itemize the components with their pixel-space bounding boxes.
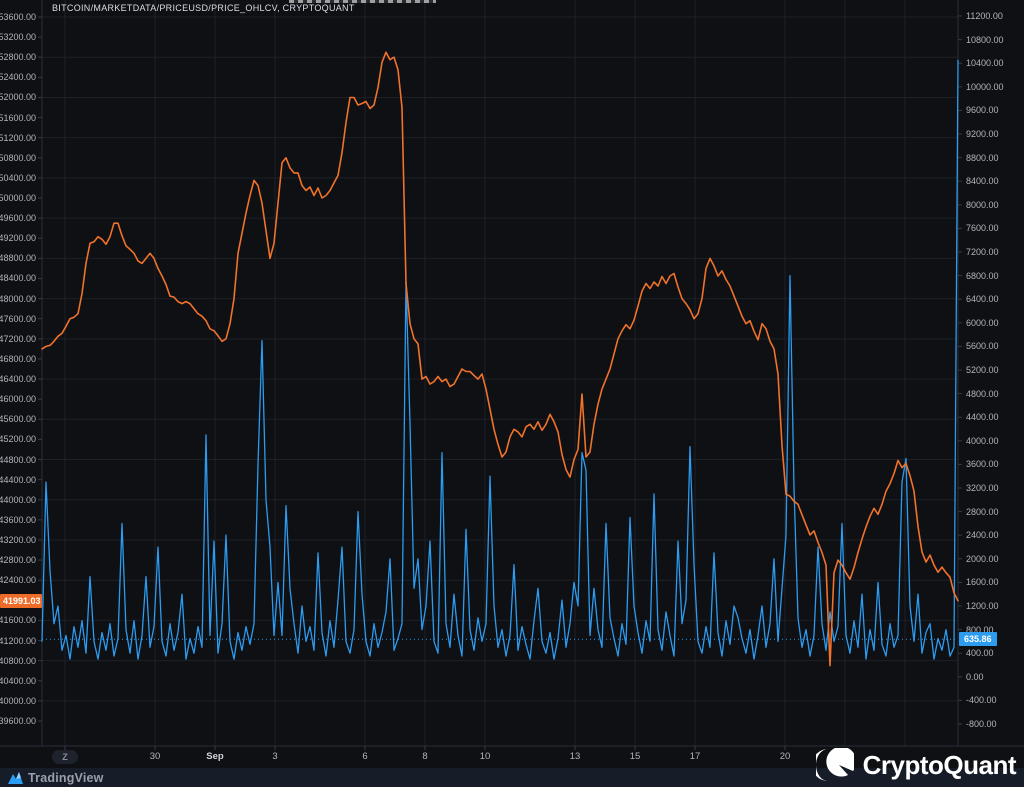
axis-tick-label: 3200.00 xyxy=(966,483,999,493)
axis-tick-label: 8000.00 xyxy=(966,200,999,210)
axis-tick-label: 43600.00 xyxy=(0,515,36,525)
tradingview-logo[interactable]: TradingView xyxy=(8,771,104,785)
axis-tick-label: 51600.00 xyxy=(0,113,36,123)
axis-tick-label: 17 xyxy=(690,752,701,762)
axis-tick-label: 5600.00 xyxy=(966,341,999,351)
axis-tick-label: 15 xyxy=(630,752,641,762)
orange-line-series xyxy=(42,52,958,666)
blue-line-series xyxy=(42,60,958,659)
axis-tick-label: Sep xyxy=(206,752,223,762)
axis-tick-label: 42800.00 xyxy=(0,555,36,565)
axis-tick-label: 48000.00 xyxy=(0,294,36,304)
axis-tick-label: 10000.00 xyxy=(966,82,1004,92)
axis-tick-label: 41200.00 xyxy=(0,636,36,646)
last-metric-label: 635.86 xyxy=(959,632,997,646)
axis-tick-label: 1600.00 xyxy=(966,577,999,587)
axis-tick-label: 50800.00 xyxy=(0,153,36,163)
axis-tick-label: 6 xyxy=(362,752,367,762)
axis-tick-label: 6800.00 xyxy=(966,271,999,281)
chart-app: BITCOIN/MARKETDATA/PRICEUSD/PRICE_OHLCV,… xyxy=(0,0,1024,787)
axis-tick-label: 52800.00 xyxy=(0,52,36,62)
timezone-button[interactable]: Z xyxy=(52,750,78,764)
axis-tick-label: 53600.00 xyxy=(0,12,36,22)
axis-tick-label: 10400.00 xyxy=(966,58,1004,68)
axis-tick-label: 4400.00 xyxy=(966,412,999,422)
axis-tick-label: 46000.00 xyxy=(0,394,36,404)
chart-canvas[interactable] xyxy=(0,0,1024,768)
axis-tick-label: 40400.00 xyxy=(0,676,36,686)
axis-tick-label: 45600.00 xyxy=(0,414,36,424)
axis-tick-label: 8400.00 xyxy=(966,176,999,186)
axis-tick-label: 20 xyxy=(780,752,791,762)
axis-tick-label: 4800.00 xyxy=(966,389,999,399)
axis-tick-label: 42400.00 xyxy=(0,575,36,585)
tradingview-label: TradingView xyxy=(28,771,104,785)
axis-tick-label: 51200.00 xyxy=(0,133,36,143)
tradingview-mountain-icon xyxy=(8,771,23,785)
cryptoquant-mark-icon xyxy=(816,748,854,782)
cryptoquant-label: CryptoQuant xyxy=(863,750,1016,781)
axis-tick-label: 49200.00 xyxy=(0,233,36,243)
axis-tick-label: 2000.00 xyxy=(966,554,999,564)
axis-tick-label: 52000.00 xyxy=(0,92,36,102)
axis-tick-label: 50400.00 xyxy=(0,173,36,183)
axis-tick-label: 49600.00 xyxy=(0,213,36,223)
last-price-label: 41991.03 xyxy=(0,594,42,608)
axis-tick-label: 400.00 xyxy=(966,648,994,658)
axis-tick-label: 0.00 xyxy=(966,672,984,682)
axis-tick-label: 52400.00 xyxy=(0,72,36,82)
axis-tick-label: 3600.00 xyxy=(966,459,999,469)
axis-tick-label: 30 xyxy=(150,752,161,762)
axis-tick-label: 2400.00 xyxy=(966,530,999,540)
axis-tick-label: 3 xyxy=(272,752,277,762)
axis-tick-label: 40000.00 xyxy=(0,696,36,706)
axis-tick-label: 40800.00 xyxy=(0,656,36,666)
axis-tick-label: 8800.00 xyxy=(966,153,999,163)
axis-tick-label: -800.00 xyxy=(966,719,997,729)
axis-tick-label: 48400.00 xyxy=(0,273,36,283)
axis-tick-label: 46400.00 xyxy=(0,374,36,384)
axis-tick-label: 9200.00 xyxy=(966,129,999,139)
axis-tick-label: 6000.00 xyxy=(966,318,999,328)
axis-tick-label: 1200.00 xyxy=(966,601,999,611)
axis-tick-label: 13 xyxy=(570,752,581,762)
axis-tick-label: 48800.00 xyxy=(0,253,36,263)
axis-tick-label: 46800.00 xyxy=(0,354,36,364)
symbol-title: BITCOIN/MARKETDATA/PRICEUSD/PRICE_OHLCV,… xyxy=(52,3,355,13)
axis-tick-label: 10800.00 xyxy=(966,35,1004,45)
axis-tick-label: 6400.00 xyxy=(966,294,999,304)
left-price-axis[interactable]: 53600.00 53200.00 52800.00 52400.00 52000.00… xyxy=(0,0,42,746)
axis-tick-label: 7200.00 xyxy=(966,247,999,257)
axis-tick-label: 50000.00 xyxy=(0,193,36,203)
axis-tick-label: 45200.00 xyxy=(0,434,36,444)
axis-tick-label: 9600.00 xyxy=(966,105,999,115)
axis-tick-label: 4000.00 xyxy=(966,436,999,446)
axis-tick-label: 5200.00 xyxy=(966,365,999,375)
axis-tick-label: 39600.00 xyxy=(0,716,36,726)
axis-tick-label: 43200.00 xyxy=(0,535,36,545)
axis-tick-label: 11200.00 xyxy=(966,11,1003,21)
axis-tick-label: 44800.00 xyxy=(0,455,36,465)
cryptoquant-logo[interactable]: CryptoQuant xyxy=(816,748,1016,782)
axis-tick-label: 7600.00 xyxy=(966,223,999,233)
axis-tick-label: 41600.00 xyxy=(0,615,36,625)
axis-tick-label: 10 xyxy=(480,752,491,762)
axis-tick-label: 44000.00 xyxy=(0,495,36,505)
axis-tick-label: 53200.00 xyxy=(0,32,36,42)
axis-tick-label: 8 xyxy=(422,752,427,762)
axis-tick-label: 47200.00 xyxy=(0,334,36,344)
axis-tick-label: 2800.00 xyxy=(966,507,999,517)
axis-tick-label: 44400.00 xyxy=(0,475,36,485)
axis-tick-label: -400.00 xyxy=(966,695,997,705)
axis-tick-label: 47600.00 xyxy=(0,314,36,324)
